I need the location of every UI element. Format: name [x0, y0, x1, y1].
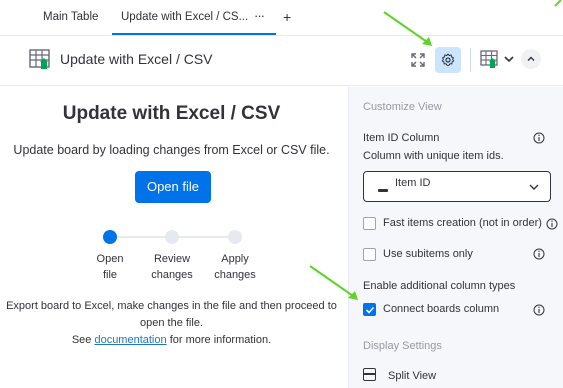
import-instructions: Export board to Excel, make changes in t… — [6, 300, 337, 346]
step-apply-changes-label: Apply changes — [214, 253, 256, 281]
settings-panel: Customize View Item ID Column Column wit… — [348, 87, 563, 388]
spreadsheet-icon — [29, 49, 50, 69]
item-id-column-value: Item ID — [395, 177, 431, 189]
split-view-icon — [363, 368, 376, 381]
section-customize-view: Customize View — [363, 101, 442, 113]
fast-items-creation-checkbox[interactable] — [363, 217, 376, 230]
step-review-changes-label: Review changes — [151, 253, 193, 281]
chevron-up-icon — [527, 56, 535, 61]
add-view-button[interactable]: + — [283, 9, 291, 25]
import-subtitle: Update board by loading changes from Exc… — [13, 143, 330, 157]
additional-column-types-label: Enable additional column types — [363, 280, 516, 292]
item-id-column-select[interactable]: Item ID — [363, 171, 551, 202]
collapse-header-button[interactable] — [521, 49, 541, 69]
open-file-button[interactable]: Open file — [135, 171, 211, 203]
step-open-file-label: Open file — [96, 253, 124, 281]
step-open-file-dot — [103, 230, 117, 244]
import-title: Update with Excel / CSV — [62, 103, 281, 124]
tab-more-icon[interactable]: ··· — [254, 8, 265, 23]
fullscreen-icon[interactable] — [409, 51, 427, 69]
item-id-column-description: Column with unique item ids. — [363, 150, 504, 162]
item-id-column-label: Item ID Column — [363, 132, 440, 144]
tab-update-excel-csv[interactable]: Update with Excel / CS... — [121, 11, 248, 23]
tab-main-table[interactable]: Main Table — [43, 11, 98, 23]
active-tab-indicator — [112, 33, 276, 35]
info-icon[interactable] — [546, 218, 558, 230]
info-icon[interactable] — [533, 304, 545, 316]
header-divider — [470, 48, 471, 72]
section-display-settings: Display Settings — [363, 340, 442, 352]
fast-items-creation-label: Fast items creation (not in order) — [383, 217, 542, 229]
import-panel: Update with Excel / CSV Update board by … — [0, 87, 348, 388]
use-subitems-only-label: Use subitems only — [383, 248, 473, 260]
info-icon[interactable] — [533, 248, 545, 260]
chevron-down-icon — [529, 184, 539, 190]
column-type-icon — [378, 189, 388, 192]
connect-boards-column-label: Connect boards column — [383, 303, 500, 315]
export-sheet-icon[interactable] — [480, 49, 500, 69]
settings-button[interactable] — [435, 47, 461, 73]
checkmark-icon — [365, 306, 375, 314]
info-icon[interactable] — [533, 132, 545, 144]
split-view-label[interactable]: Split View — [388, 370, 436, 382]
view-title: Update with Excel / CSV — [60, 51, 213, 67]
gear-icon — [441, 53, 455, 66]
use-subitems-only-checkbox[interactable] — [363, 248, 376, 261]
connect-boards-column-checkbox[interactable] — [363, 303, 376, 316]
step-apply-changes-dot — [228, 230, 242, 244]
chevron-down-icon[interactable] — [503, 53, 515, 65]
view-header: Update with Excel / CSV — [0, 36, 563, 86]
documentation-link[interactable]: documentation — [94, 334, 166, 346]
step-review-changes-dot — [165, 230, 179, 244]
board-tabs: Main Table Update with Excel / CS... ···… — [0, 0, 563, 36]
